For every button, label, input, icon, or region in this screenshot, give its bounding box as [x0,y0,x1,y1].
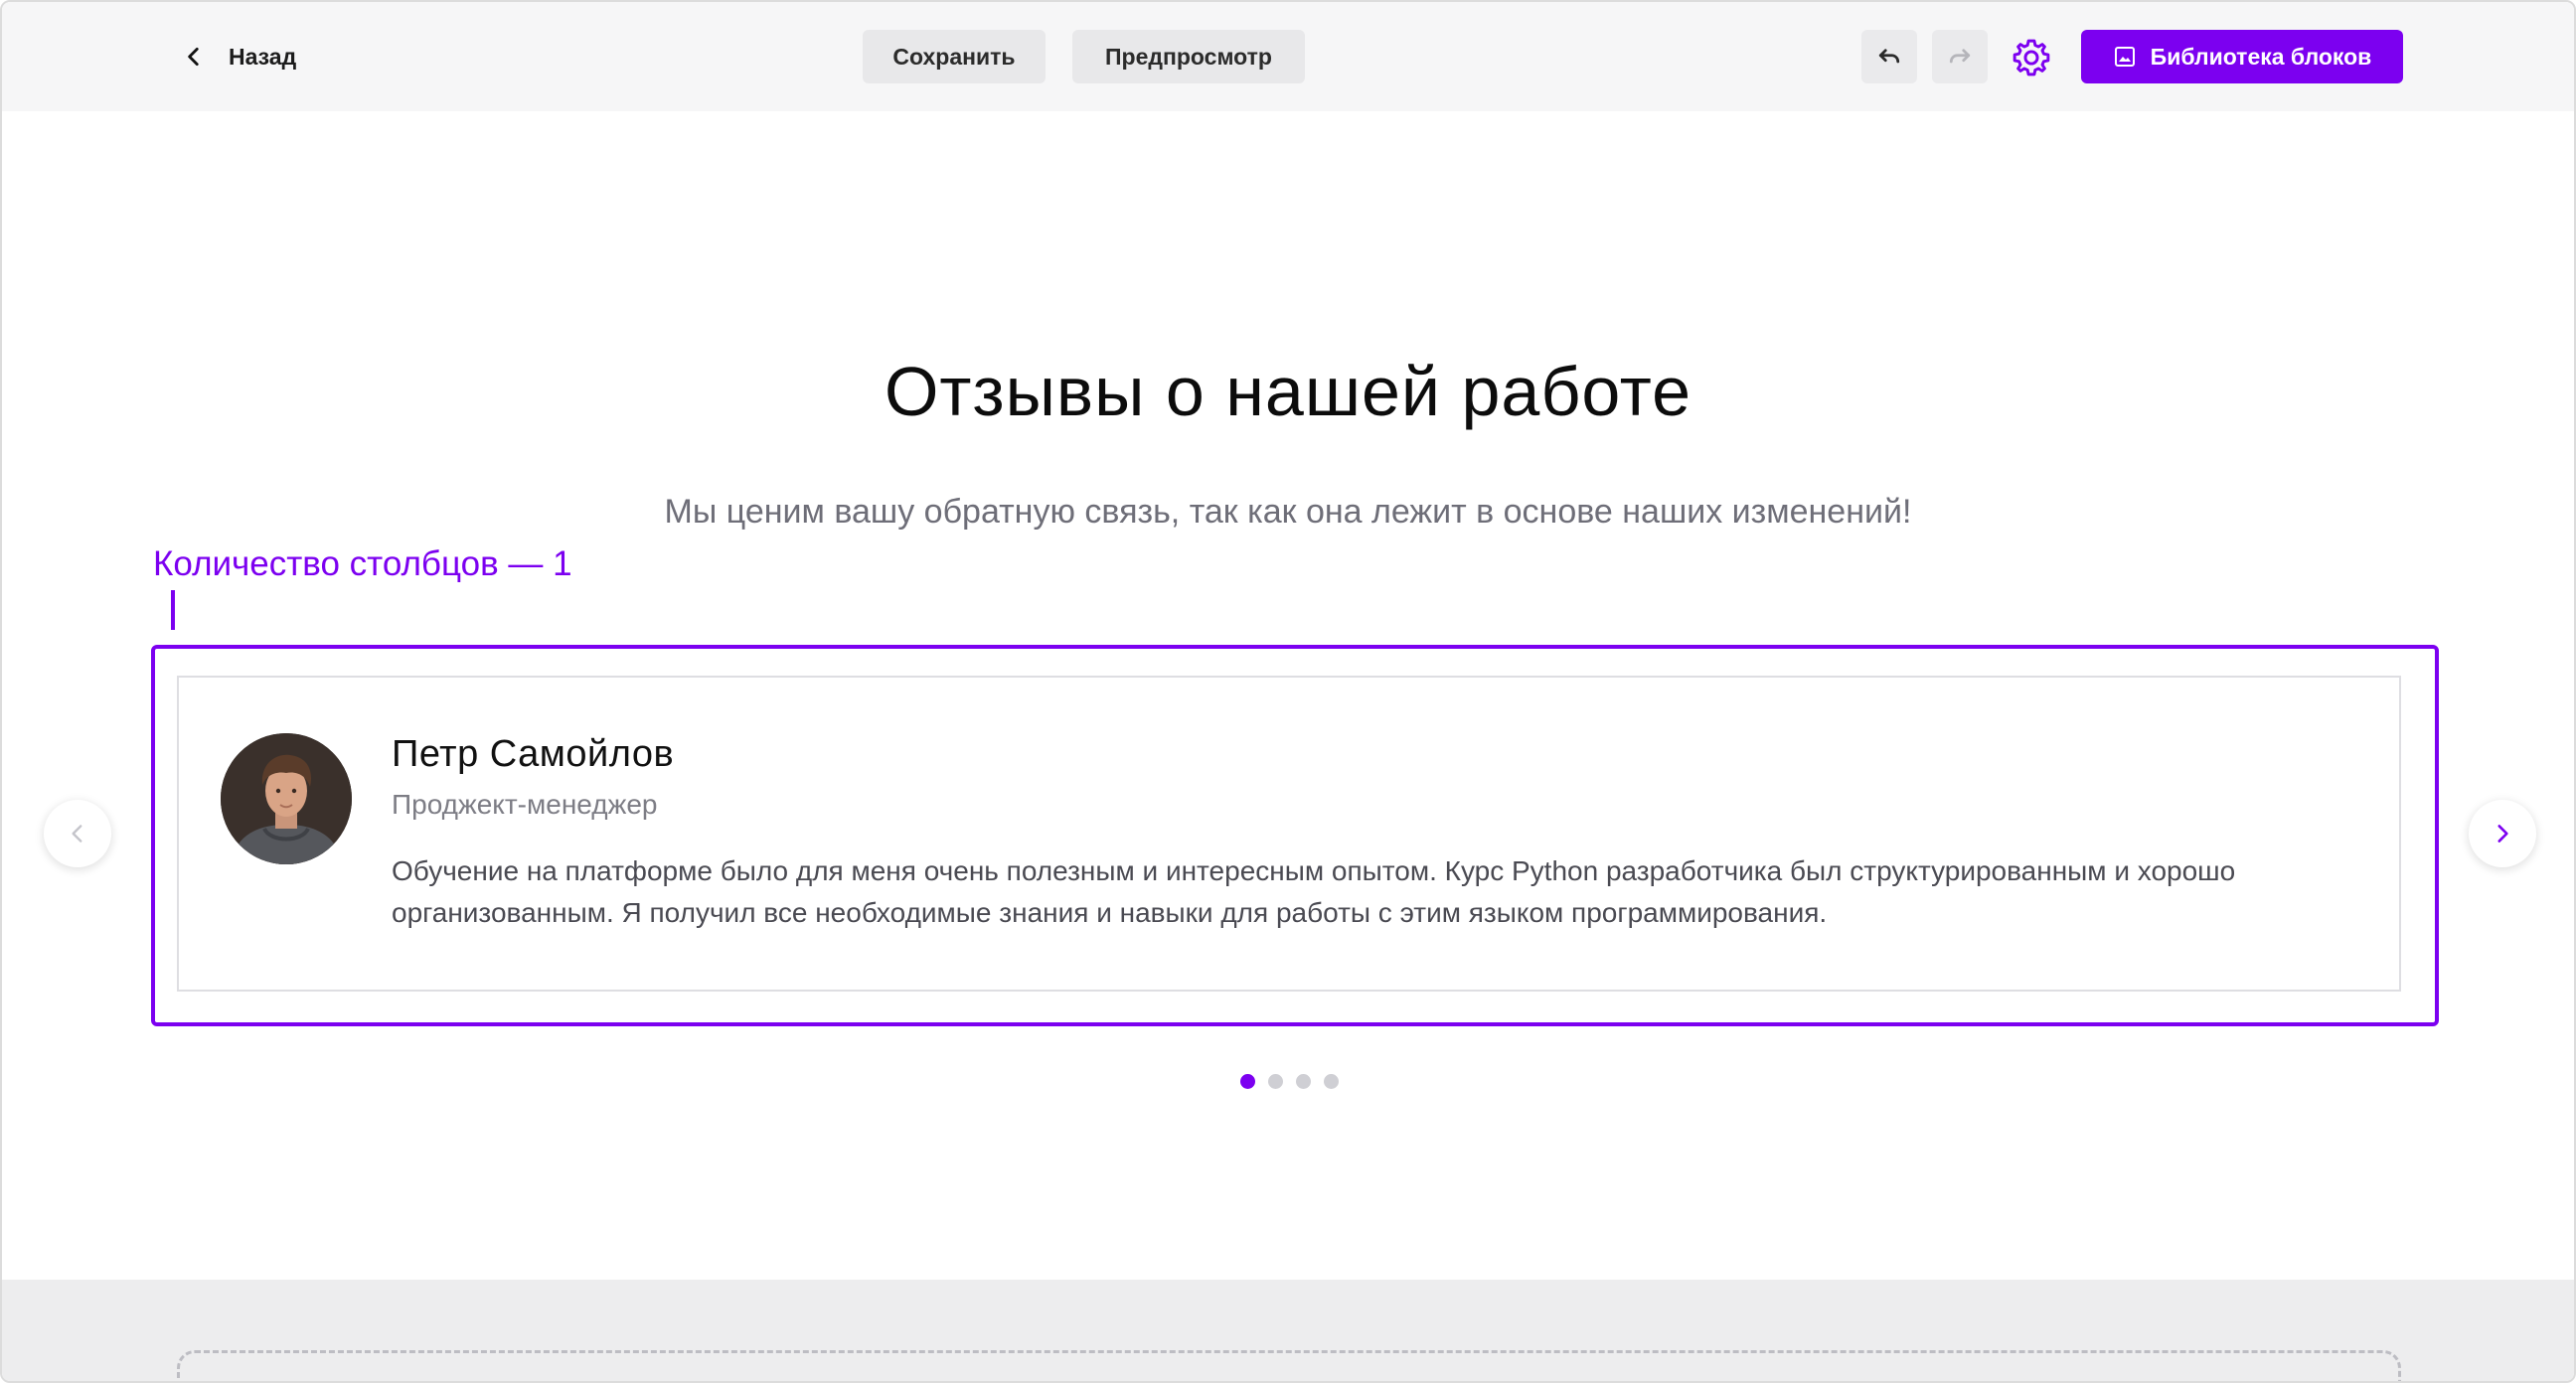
author-name: Петр Самойлов [392,733,675,775]
undo-button[interactable] [1861,30,1917,83]
back-button[interactable]: Назад [181,30,296,83]
annotation-pointer [171,590,175,630]
gear-icon[interactable] [2010,36,2053,79]
author-role: Проджект-менеджер [392,789,658,820]
prev-slide-button[interactable] [44,800,111,867]
save-button[interactable]: Сохранить [863,30,1046,83]
pagination-dot[interactable] [1268,1074,1283,1089]
image-icon [2114,47,2135,67]
pagination-dot[interactable] [1324,1074,1339,1089]
avatar-photo [221,733,352,864]
undo-icon [1878,49,1900,64]
testimonial-card[interactable]: Петр Самойлов Проджект-менеджер Обучение… [177,676,2401,992]
next-slide-button[interactable] [2469,800,2536,867]
toolbar: Назад Сохранить Предпросмотр Библиотека … [2,2,2574,111]
chevron-left-icon [72,825,82,843]
review-text: Обучение на платформе было для меня очен… [392,855,2236,928]
avatar [221,733,352,864]
section-title: Отзывы о нашей работе [884,353,1692,430]
redo-icon [1949,49,1971,64]
block-library-label: Библиотека блоков [2150,43,2372,70]
pagination-dot[interactable] [1240,1074,1255,1089]
chevron-right-icon [2497,825,2508,843]
editor-window: Назад Сохранить Предпросмотр Библиотека … [0,0,2576,1383]
add-block-dropzone[interactable] [177,1350,2401,1381]
columns-annotation: Количество столбцов — 1 [153,544,572,583]
preview-button[interactable]: Предпросмотр [1072,30,1305,83]
pagination-dot[interactable] [1296,1074,1311,1089]
chevron-left-icon [188,48,199,66]
section-subtitle: Мы ценим вашу обратную связь, так как он… [664,493,1912,531]
pagination-dots [1240,1074,1339,1089]
block-library-button[interactable]: Библиотека блоков [2081,30,2403,83]
redo-button[interactable] [1932,30,1988,83]
back-label: Назад [229,43,297,70]
